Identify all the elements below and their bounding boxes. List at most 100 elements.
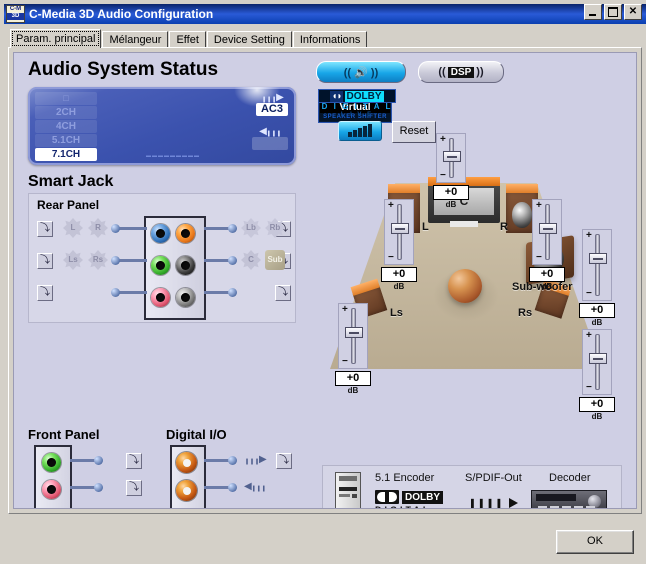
slider-left-value: +0 — [381, 267, 417, 282]
slider-right[interactable]: + − — [532, 199, 562, 265]
right-column: (( 🔊 )) (( DSP )) 7.1 Virtual SPEAKER SH… — [314, 59, 632, 508]
slider-left[interactable]: + − — [384, 199, 414, 265]
rear-knob-right-2[interactable] — [228, 256, 237, 265]
tab-param-principal[interactable]: Param. principal — [10, 29, 102, 48]
spdif-in-wave-icon: ◀╻╻╻ — [259, 126, 282, 137]
front-jack-pink[interactable] — [42, 480, 61, 499]
dolby-digital-live-badge[interactable]: ◖◗ DOLBY D I G I T A L L I V E — [318, 89, 396, 118]
slider-left-thumb[interactable] — [390, 223, 409, 234]
dsp-right-waves: )) — [476, 66, 484, 78]
tab-melangeur[interactable]: Mélangeur — [102, 31, 169, 48]
front-jack-block — [34, 445, 72, 508]
reset-button[interactable]: Reset — [392, 121, 436, 143]
close-button[interactable]: ✕ — [624, 4, 642, 20]
slider-center-unit: dB — [445, 200, 457, 209]
slider-subwoofer-plus: + — [586, 230, 592, 241]
dolby-logo-sub: DIGITAL — [375, 505, 431, 508]
window-controls: ✕ — [584, 4, 642, 20]
slider-subwoofer-track[interactable] — [588, 234, 607, 296]
slider-right-surround-thumb[interactable] — [588, 353, 607, 364]
maximize-button[interactable] — [604, 4, 622, 20]
digital-knob-1[interactable] — [228, 456, 237, 465]
front-dropdown-1[interactable]: ⤵ — [126, 453, 142, 469]
digital-knob-2[interactable] — [228, 483, 237, 492]
slider-center-thumb[interactable] — [442, 151, 461, 162]
tab-device-setting[interactable]: Device Setting — [206, 31, 292, 48]
rear-jack-blue[interactable] — [151, 224, 170, 243]
digital-dropdown-1[interactable]: ⤵ — [276, 453, 292, 469]
slider-center-value: +0 — [433, 185, 469, 200]
rear-icon-speaker-lb: Lb — [239, 217, 263, 239]
slider-center-plus: + — [440, 134, 446, 145]
rear-jack-pink[interactable] — [151, 288, 170, 307]
slider-left-surround[interactable]: + − — [338, 303, 368, 369]
front-jack-green[interactable] — [42, 453, 61, 472]
spdif-out-wave-icon: ╻╻╻▶ — [261, 92, 284, 103]
speaker-label-ls: Ls — [390, 307, 403, 319]
slider-right-track[interactable] — [538, 204, 557, 260]
window-title: C-Media 3D Audio Configuration — [29, 7, 214, 21]
slider-right-minus: − — [536, 252, 542, 263]
minimize-button[interactable] — [584, 4, 602, 20]
slider-right-surround[interactable]: + − — [582, 329, 612, 395]
slider-left-surround-value: +0 — [335, 371, 371, 386]
slider-center-track[interactable] — [442, 138, 461, 178]
rear-knob-left-1[interactable] — [111, 224, 120, 233]
level-meter-button[interactable] — [338, 121, 382, 141]
channel-2ch-indicator: 2CH — [35, 106, 97, 119]
rear-jack-block — [144, 216, 206, 320]
listener-head — [448, 269, 482, 303]
rear-icon-speaker-rs: Rs — [86, 249, 110, 271]
dolby-digital-logo: DOLBY — [375, 490, 443, 504]
slider-subwoofer[interactable]: + − — [582, 229, 612, 301]
slider-left-track[interactable] — [390, 204, 409, 260]
front-panel-title: Front Panel — [28, 427, 100, 442]
rear-dropdown-right-3[interactable]: ⤵ — [275, 285, 291, 301]
rear-knob-right-3[interactable] — [228, 288, 237, 297]
rear-knob-right-1[interactable] — [228, 224, 237, 233]
slider-right-thumb[interactable] — [538, 223, 557, 234]
spdif-in-wave-glyph: ◀╻╻╻ — [244, 481, 267, 492]
rear-jack-green[interactable] — [151, 256, 170, 275]
rear-knob-left-3[interactable] — [111, 288, 120, 297]
rear-jack-black[interactable] — [176, 256, 195, 275]
channel-71ch-indicator: 7.1CH — [35, 148, 97, 161]
slider-left-surround-thumb[interactable] — [344, 327, 363, 338]
rear-dropdown-left-3[interactable]: ⤵ — [37, 285, 53, 301]
rear-icon-speaker-c: C — [239, 249, 263, 271]
ok-button[interactable]: OK — [556, 530, 634, 554]
rear-dropdown-left-1[interactable]: ⤵ — [37, 221, 53, 237]
decoder-label: Decoder — [549, 472, 591, 484]
rear-wire-left-1 — [117, 227, 147, 230]
tab-informations[interactable]: Informations — [292, 31, 368, 48]
dsp-label: DSP — [447, 66, 475, 78]
tab-effet[interactable]: Effet — [169, 31, 206, 48]
digital-jack-out[interactable] — [176, 452, 197, 473]
slider-right-surround-plus: + — [586, 330, 592, 341]
digital-jack-block — [170, 445, 206, 508]
slider-left-surround-minus: − — [342, 356, 348, 367]
front-dropdown-2[interactable]: ⤵ — [126, 480, 142, 496]
slider-subwoofer-thumb[interactable] — [588, 253, 607, 264]
rear-jack-orange[interactable] — [176, 224, 195, 243]
digital-jack-in[interactable] — [176, 480, 197, 501]
front-knob-1[interactable] — [94, 456, 103, 465]
slider-left-surround-track[interactable] — [344, 308, 363, 364]
slider-right-surround-track[interactable] — [588, 334, 607, 390]
speaker-toggle-button[interactable]: (( 🔊 )) — [316, 61, 406, 83]
rear-wire-left-3 — [117, 291, 147, 294]
slider-center[interactable]: + − — [436, 133, 466, 183]
dsp-toggle-button[interactable]: (( DSP )) — [418, 61, 504, 83]
rear-jack-grey[interactable] — [176, 288, 195, 307]
spdif-out-label: S/PDIF-Out — [465, 472, 522, 484]
front-knob-2[interactable] — [94, 483, 103, 492]
dolby-badge-live: L I V E — [340, 112, 374, 118]
rear-knob-left-2[interactable] — [111, 256, 120, 265]
spdif-in-value — [252, 137, 288, 150]
speaker-label-r: R — [500, 221, 508, 233]
front-digital-row: Front Panel ⤵ ⤵ Digital I/O ╻╻╻▶ ◀╻╻╻ ⤵ — [28, 427, 296, 508]
slider-center-minus: − — [440, 170, 446, 181]
rear-icon-speaker-sub: Sub — [263, 249, 287, 271]
digital-io-group: Digital I/O ╻╻╻▶ ◀╻╻╻ ⤵ — [166, 427, 296, 508]
rear-dropdown-left-2[interactable]: ⤵ — [37, 253, 53, 269]
